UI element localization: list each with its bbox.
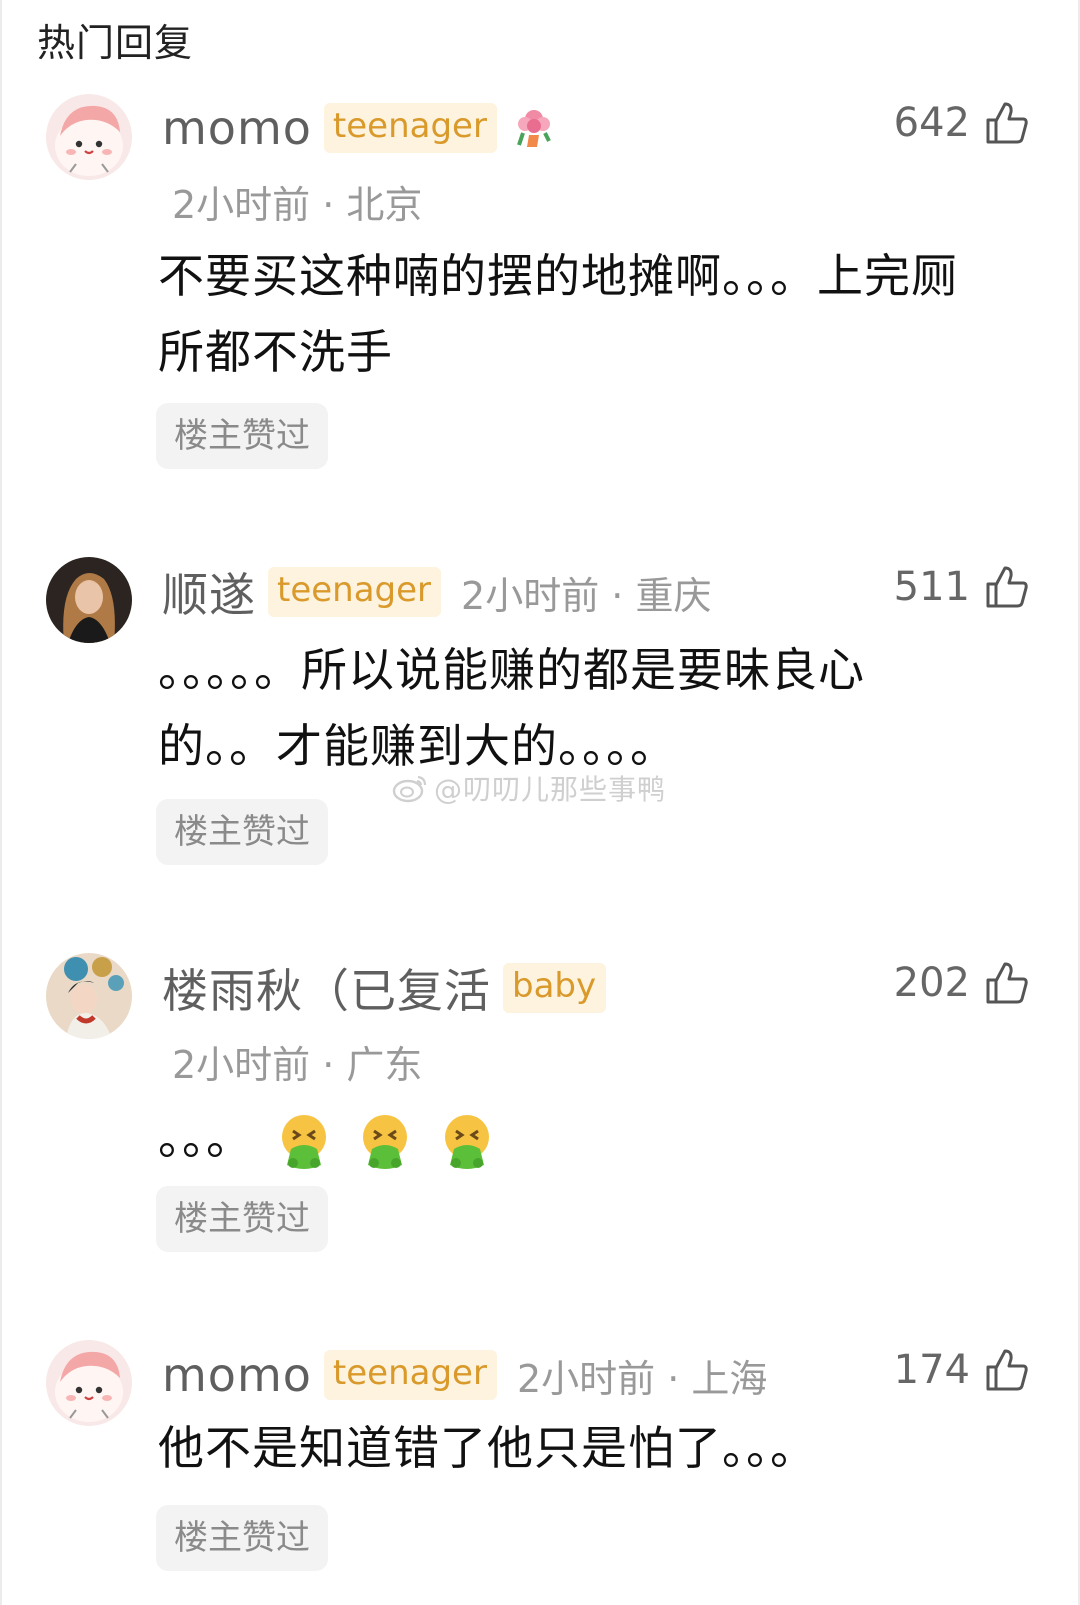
like-count: 202 <box>893 960 970 1006</box>
pink-cartoon-face-icon <box>46 1340 132 1426</box>
woman-portrait-icon <box>46 557 132 643</box>
comment-content: 。。。 <box>158 1111 253 1165</box>
op-liked-tag: 楼主赞过 <box>156 403 328 469</box>
vomit-emoji-icon <box>444 1114 489 1169</box>
vomit-emoji-icon <box>363 1114 408 1169</box>
username[interactable]: momo <box>162 1348 312 1402</box>
comment-content: 不要买这种喃的摆的地摊啊。。。上完厕所都不洗手 <box>158 249 958 379</box>
pink-cartoon-face-icon <box>46 94 132 180</box>
comment-meta: 2小时前 · 广东 <box>172 1043 423 1087</box>
like-button[interactable]: 174 <box>894 1347 1030 1393</box>
avatar[interactable] <box>46 953 132 1039</box>
comment-content: 他不是知道错了他只是怕了。。。 <box>158 1421 817 1475</box>
thumbs-up-icon <box>986 566 1028 608</box>
comment-meta: 2小时前 · 重庆 <box>461 573 712 618</box>
like-count: 511 <box>893 564 970 610</box>
user-badge: teenager <box>268 567 442 617</box>
avatar[interactable] <box>46 1340 132 1426</box>
left-edge <box>0 0 2 1605</box>
op-liked-tag: 楼主赞过 <box>156 1505 328 1571</box>
user-badge: teenager <box>323 103 497 153</box>
avatar[interactable] <box>46 557 132 643</box>
comment-content: 。。。。。所以说能赚的都是要昧良心的。。才能赚到大的。。。。 <box>158 643 865 773</box>
comment-content-row: 。。。 <box>158 1100 1018 1176</box>
op-liked-tag: 楼主赞过 <box>156 799 328 865</box>
name-row: 楼雨秋（已复活 baby <box>162 960 607 1018</box>
comment-meta: 2小时前 · 北京 <box>172 183 423 227</box>
like-button[interactable]: 642 <box>894 100 1030 146</box>
user-badge: baby <box>503 963 607 1013</box>
like-button[interactable]: 511 <box>894 564 1030 610</box>
flower-sticker-icon <box>517 110 551 147</box>
comment-meta: 2小时前 · 上海 <box>516 1356 768 1401</box>
like-button[interactable]: 202 <box>894 960 1030 1006</box>
name-row: momo teenager 2小时前 · 上海 <box>162 1347 767 1403</box>
weibo-logo-icon <box>392 775 427 803</box>
name-row: momo teenager <box>162 100 557 156</box>
illustrated-girl-icon <box>46 953 132 1039</box>
like-count: 642 <box>893 100 970 146</box>
user-badge: teenager <box>323 1350 497 1400</box>
op-liked-tag: 楼主赞过 <box>156 1186 328 1252</box>
thumbs-up-icon <box>986 1349 1028 1391</box>
username[interactable]: momo <box>162 101 312 155</box>
thumbs-up-icon <box>986 102 1028 144</box>
thumbs-up-icon <box>986 962 1028 1004</box>
vomit-emoji-icon <box>281 1114 326 1169</box>
watermark-text: @叨叨儿那些事鸭 <box>434 773 667 806</box>
name-row: 顺遂 teenager 2小时前 · 重庆 <box>162 564 712 622</box>
section-title: 热门回复 <box>37 21 194 65</box>
username[interactable]: 顺遂 <box>162 559 256 625</box>
like-count: 174 <box>893 1347 970 1393</box>
username[interactable]: 楼雨秋（已复活 <box>162 955 491 1021</box>
avatar[interactable] <box>46 94 132 180</box>
watermark: @叨叨儿那些事鸭 <box>392 768 666 808</box>
